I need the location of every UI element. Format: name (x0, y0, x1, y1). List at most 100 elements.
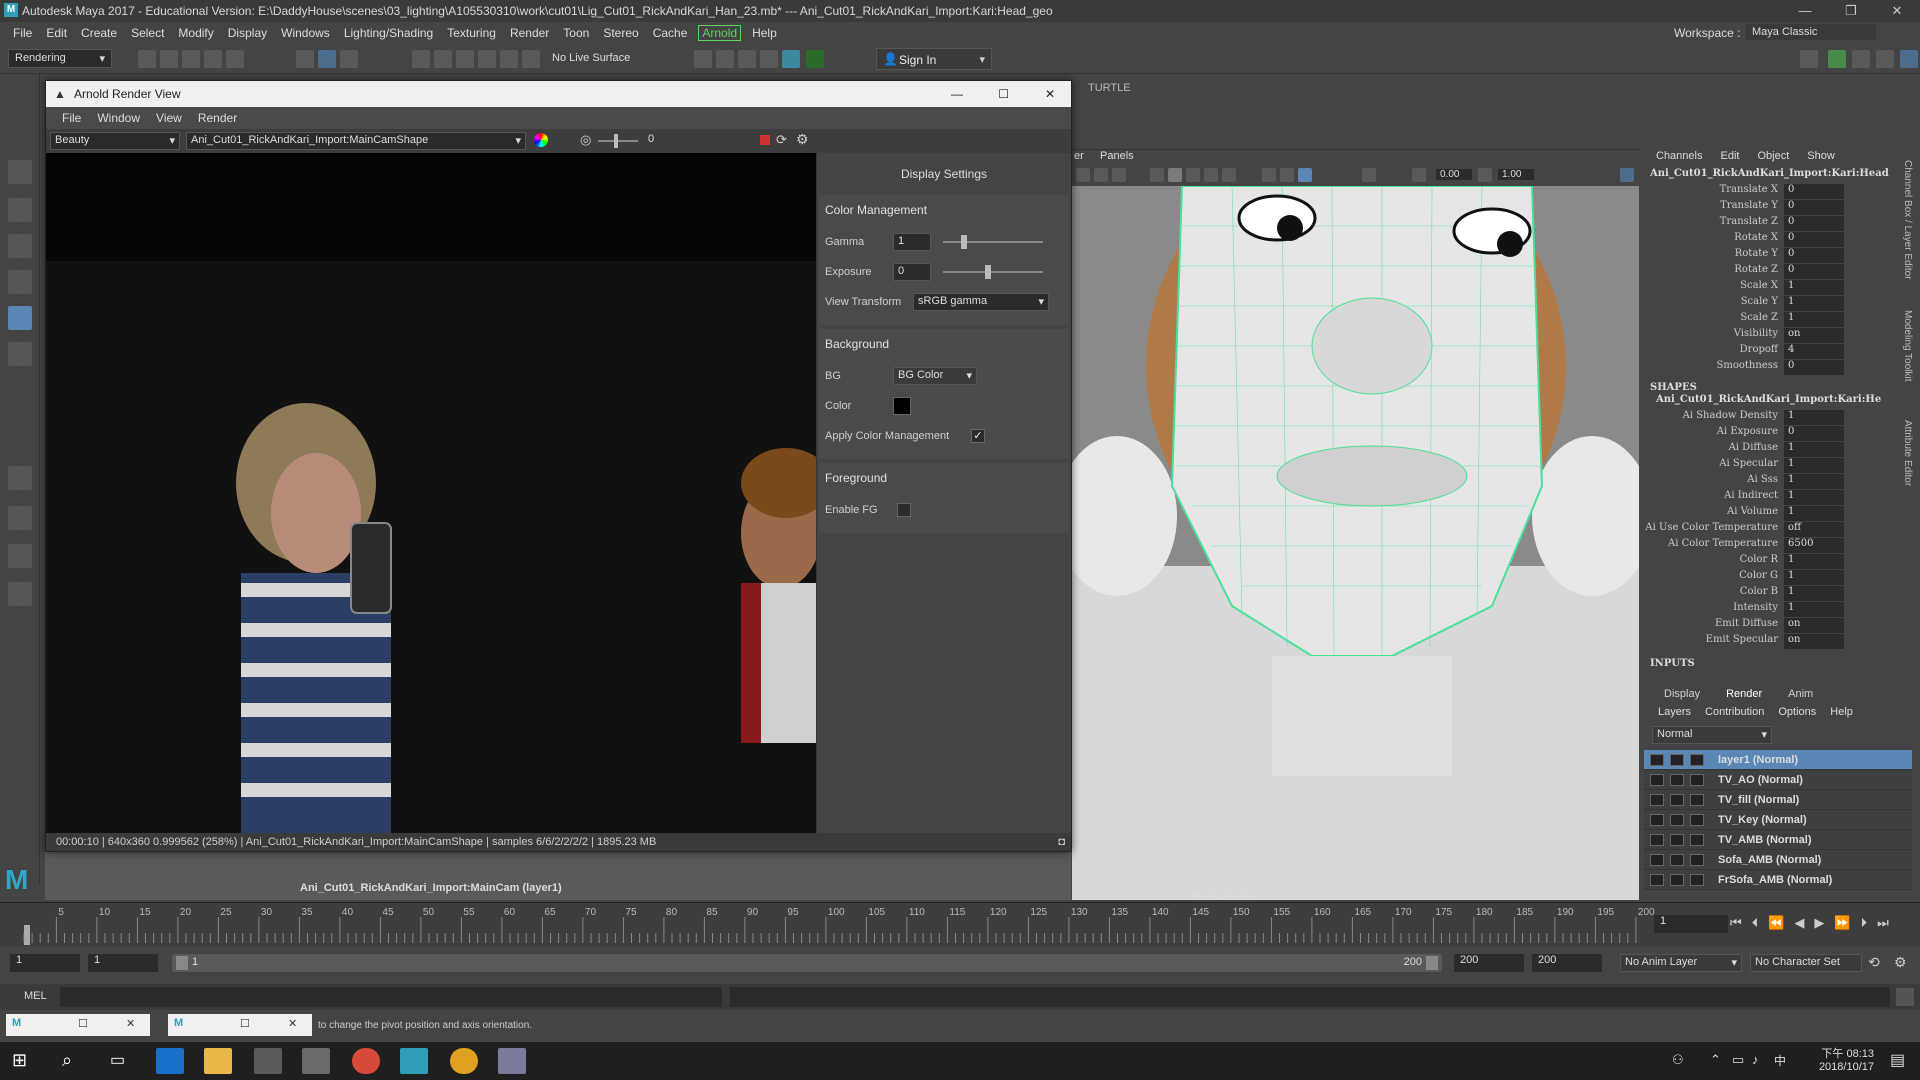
edge-browser-icon[interactable] (156, 1048, 184, 1074)
channel-row[interactable]: Scale X 1 (1644, 280, 1912, 296)
snap-curve-icon[interactable] (434, 50, 452, 68)
snap-view-icon[interactable] (478, 50, 496, 68)
channel-value[interactable]: on (1784, 618, 1844, 634)
xray-icon[interactable] (1298, 168, 1312, 182)
exposure-icon[interactable]: ◎ (580, 132, 591, 148)
channel-row[interactable]: Rotate Z 0 (1644, 264, 1912, 280)
channel-row[interactable]: Color B 1 (1644, 586, 1912, 602)
channel-row[interactable]: Ai Volume 1 (1644, 506, 1912, 522)
step-back-icon[interactable]: ⏴ (1752, 915, 1759, 931)
ao-icon[interactable] (1262, 168, 1276, 182)
channel-row[interactable]: Ai Specular 1 (1644, 458, 1912, 474)
rv-menu-file[interactable]: File (54, 111, 89, 125)
menu-stereo[interactable]: Stereo (596, 26, 645, 40)
channel-row[interactable]: Ai Diffuse 1 (1644, 442, 1912, 458)
channel-row[interactable]: Ai Indirect 1 (1644, 490, 1912, 506)
channel-row[interactable]: Color G 1 (1644, 570, 1912, 586)
time-slider[interactable]: 5 10 15 20 25 30 35 40 45 50 55 60 65 70 75 80 85 90 95 100… (0, 902, 1920, 946)
channel-row[interactable]: Scale Z 1 (1644, 312, 1912, 328)
visibility-toggle-icon[interactable] (1670, 773, 1684, 786)
ipr-render-icon[interactable] (716, 50, 734, 68)
select-tool-icon[interactable] (8, 160, 32, 184)
layer-menu-help[interactable]: Help (1830, 706, 1853, 726)
render-toggle-icon[interactable] (1650, 773, 1664, 786)
mail-icon[interactable] (302, 1048, 330, 1074)
visibility-toggle-icon[interactable] (1670, 833, 1684, 846)
attribute-editor-toggle-icon[interactable] (1852, 50, 1870, 68)
paint-select-icon[interactable] (8, 234, 32, 258)
playback-start-field[interactable]: 1 (88, 954, 158, 972)
blend-mode-select[interactable]: Normal ▾ (1652, 726, 1772, 744)
channel-value[interactable]: 1 (1784, 280, 1844, 296)
channel-value[interactable]: 1 (1784, 458, 1844, 474)
layer-state-icon[interactable] (1690, 753, 1704, 766)
channel-value[interactable]: 1 (1784, 410, 1844, 426)
textured-icon[interactable] (1186, 168, 1200, 182)
anim-layer-select[interactable]: No Anim Layer ▾ (1620, 954, 1742, 972)
layer-row[interactable]: TV_fill (Normal) (1644, 790, 1912, 810)
channelbox-tab-edit[interactable]: Edit (1720, 150, 1739, 168)
render-view-maximize-button[interactable]: ☐ (998, 81, 1009, 107)
channel-row[interactable]: Ai Shadow Density 1 (1644, 410, 1912, 426)
layer-tab-display[interactable]: Display (1664, 688, 1700, 706)
channel-row[interactable]: Dropoff 4 (1644, 344, 1912, 360)
menu-cache[interactable]: Cache (646, 26, 695, 40)
tab-turtle[interactable]: TURTLE (1088, 82, 1131, 94)
gear-icon[interactable]: ⚙ (796, 131, 809, 148)
mode-select[interactable]: Rendering ▾ (8, 49, 112, 68)
exposure-slider[interactable] (598, 134, 638, 148)
single-view-icon[interactable] (8, 466, 32, 490)
render-toggle-icon[interactable] (1650, 753, 1664, 766)
close-button[interactable]: ✕ (1874, 0, 1920, 22)
viewport-menu-renderer[interactable]: er (1074, 150, 1084, 162)
channel-value[interactable]: off (1784, 522, 1844, 538)
two-view-icon[interactable] (8, 544, 32, 568)
layer-menu-contribution[interactable]: Contribution (1705, 706, 1764, 726)
channel-row[interactable]: Ai Sss 1 (1644, 474, 1912, 490)
go-to-start-icon[interactable]: ⏮ (1730, 915, 1742, 931)
exposure-value[interactable]: 0 (648, 133, 688, 145)
channel-value[interactable]: 1 (1784, 506, 1844, 522)
menu-texturing[interactable]: Texturing (440, 26, 503, 40)
layer-tab-render[interactable]: Render (1726, 688, 1762, 706)
snap-surface-icon[interactable] (500, 50, 518, 68)
channel-value[interactable]: 0 (1784, 264, 1844, 280)
channel-row[interactable]: Smoothness 0 (1644, 360, 1912, 376)
maincam-viewport[interactable]: Ani_Cut01_RickAndKari_Import:MainCam (la… (45, 852, 1071, 900)
camera-icon[interactable] (1076, 168, 1090, 182)
file-explorer-icon[interactable] (204, 1048, 232, 1074)
channel-value[interactable]: 1 (1784, 490, 1844, 506)
rv-menu-view[interactable]: View (148, 111, 190, 125)
render-toggle-icon[interactable] (1650, 873, 1664, 886)
step-forward-key-icon[interactable]: ⏩ (1834, 915, 1850, 931)
move-tool-icon[interactable] (8, 270, 32, 294)
viewport-menu-panels[interactable]: Panels (1100, 150, 1134, 162)
visibility-toggle-icon[interactable] (1670, 873, 1684, 886)
store-icon[interactable] (254, 1048, 282, 1074)
open-scene-icon[interactable] (160, 50, 178, 68)
channel-value[interactable]: 1 (1784, 296, 1844, 312)
menu-windows[interactable]: Windows (274, 26, 337, 40)
layer-tab-anim[interactable]: Anim (1788, 688, 1813, 706)
channel-row[interactable]: Emit Specular on (1644, 634, 1912, 650)
preferences-icon[interactable]: ⚙ (1894, 954, 1907, 971)
scale-tool-icon[interactable] (8, 342, 32, 366)
color-management-icon[interactable] (1620, 168, 1634, 182)
camera-attr-icon[interactable] (1094, 168, 1108, 182)
channel-box-toggle-icon[interactable] (1900, 50, 1918, 68)
layer-row[interactable]: TV_AMB (Normal) (1644, 830, 1912, 850)
select-component-icon[interactable] (340, 50, 358, 68)
exposure-slider-knob[interactable] (985, 265, 991, 279)
exposure-slider[interactable] (943, 265, 1043, 279)
channelbox-tab-show[interactable]: Show (1807, 150, 1835, 168)
side-tab-modeling-toolkit[interactable]: Modeling Toolkit (1902, 310, 1913, 382)
tool-settings-toggle-icon[interactable] (1876, 50, 1894, 68)
side-tab-attribute-editor[interactable]: Attribute Editor (1902, 420, 1913, 486)
go-to-end-icon[interactable]: ⏭ (1877, 915, 1889, 931)
select-hierarchy-icon[interactable] (296, 50, 314, 68)
gamma-slider-knob[interactable] (961, 235, 967, 249)
motion-blur-icon[interactable] (1280, 168, 1294, 182)
side-tab-channel-box[interactable]: Channel Box / Layer Editor (1902, 160, 1913, 280)
render-toggle-icon[interactable] (1650, 853, 1664, 866)
hypershade-icon[interactable] (760, 50, 778, 68)
